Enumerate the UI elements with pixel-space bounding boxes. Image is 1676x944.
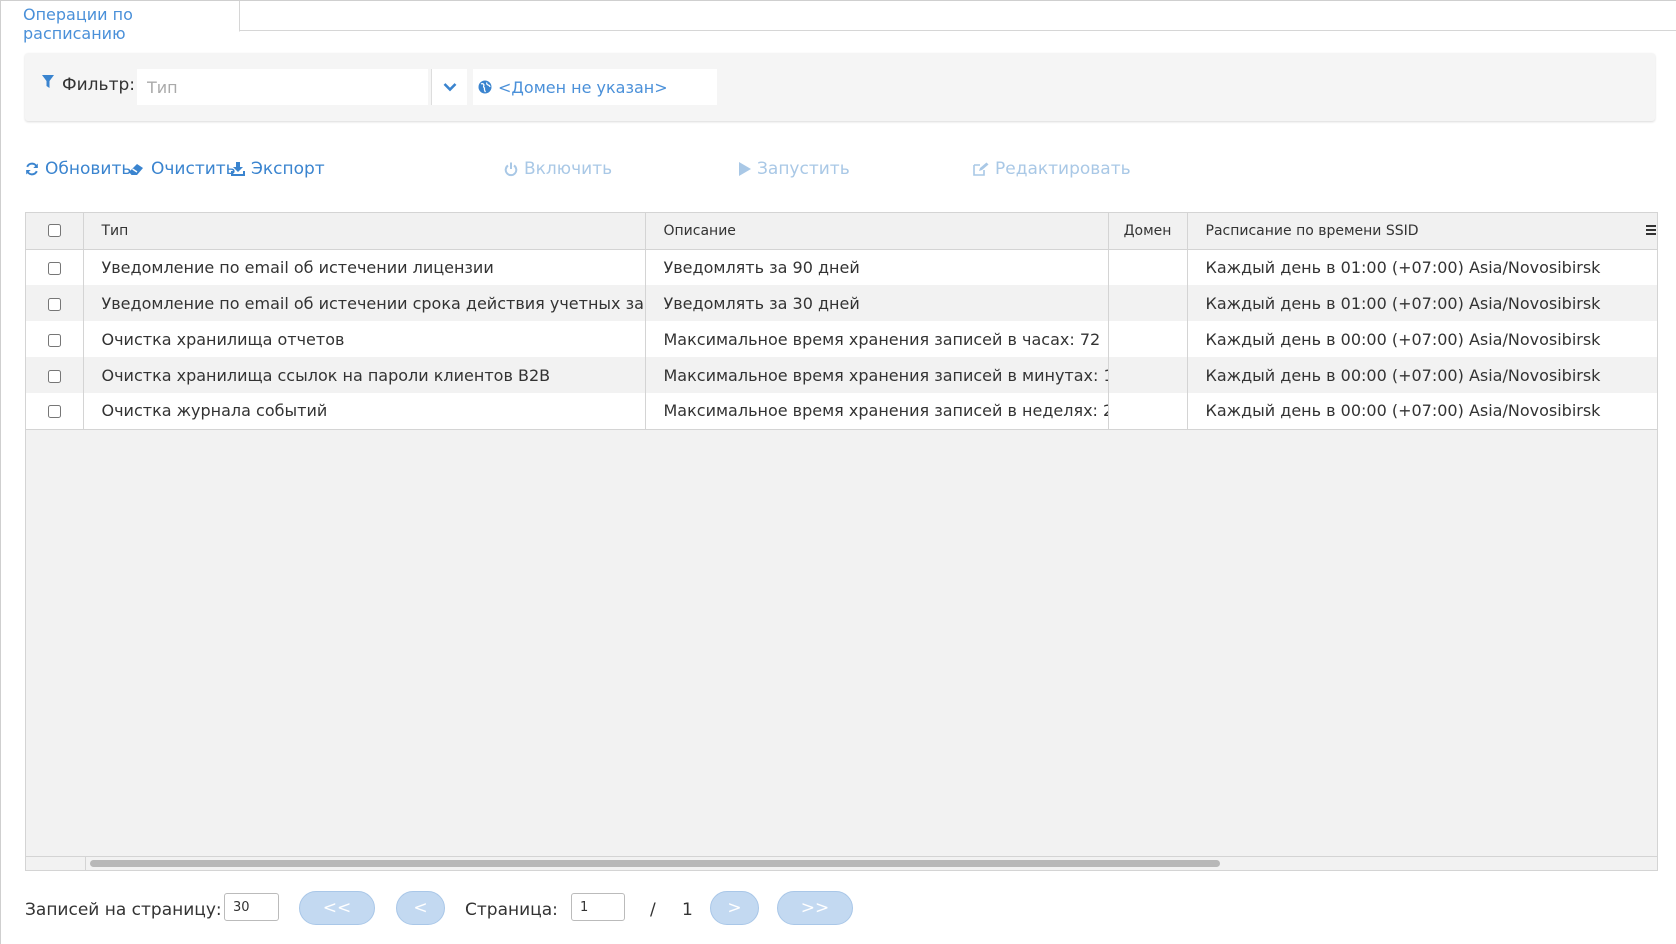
- refresh-label: Обновить: [45, 159, 132, 179]
- cell-type: Очистка хранилища отчетов: [83, 321, 646, 357]
- table-row[interactable]: Уведомление по email об истечении лиценз…: [26, 249, 1657, 285]
- cell-schedule: Каждый день в 00:00 (+07:00) Asia/Novosi…: [1187, 321, 1657, 357]
- per-page-input[interactable]: [224, 893, 279, 921]
- cell-domain: [1108, 357, 1188, 393]
- domain-selector[interactable]: <Домен не указан>: [473, 69, 717, 105]
- refresh-button[interactable]: Обновить: [25, 159, 131, 179]
- tab-bar: Операции по расписанию: [1, 1, 1676, 43]
- table-row[interactable]: Очистка журнала событий Максимальное вре…: [26, 393, 1657, 430]
- cell-description: Уведомлять за 30 дней: [645, 285, 1109, 321]
- power-icon: [504, 162, 518, 176]
- funnel-icon: [42, 75, 54, 88]
- table-row[interactable]: Уведомление по email об истечении срока …: [26, 285, 1657, 321]
- operations-table: Тип Описание Домен Расписание по времени…: [25, 212, 1658, 871]
- prev-page-button[interactable]: <: [396, 891, 445, 925]
- select-all-checkbox[interactable]: [47, 224, 61, 238]
- tab-scheduled-operations[interactable]: Операции по расписанию: [1, 1, 240, 43]
- enable-button[interactable]: Включить: [504, 159, 612, 179]
- clear-button[interactable]: Очистить: [128, 159, 236, 179]
- cell-type: Очистка журнала событий: [83, 393, 646, 430]
- run-button[interactable]: Запустить: [739, 159, 850, 179]
- export-button[interactable]: Экспорт: [231, 159, 325, 179]
- cell-schedule: Каждый день в 00:00 (+07:00) Asia/Novosi…: [1187, 393, 1657, 430]
- table-header: Тип Описание Домен Расписание по времени…: [26, 213, 1659, 250]
- column-menu-icon[interactable]: [1643, 222, 1659, 238]
- row-select-cell: [26, 321, 84, 357]
- pagination: Записей на страницу: << < Страница: / 1 …: [25, 891, 1325, 927]
- row-checkbox[interactable]: [47, 369, 61, 383]
- play-icon: [739, 162, 751, 176]
- row-select-cell: [26, 393, 84, 430]
- globe-icon: [478, 80, 492, 94]
- cell-domain: [1108, 285, 1188, 321]
- cell-domain: [1108, 393, 1188, 430]
- row-select-cell: [26, 357, 84, 393]
- table-row[interactable]: Очистка хранилища ссылок на пароли клиен…: [26, 357, 1657, 393]
- column-header-schedule[interactable]: Расписание по времени SSID: [1187, 213, 1659, 250]
- scrollbar-thumb[interactable]: [90, 860, 1220, 867]
- page-separator: /: [650, 900, 656, 920]
- column-header-schedule-label: Расписание по времени SSID: [1205, 222, 1419, 239]
- chevron-down-icon: [443, 83, 456, 92]
- cell-type: Очистка хранилища ссылок на пароли клиен…: [83, 357, 646, 393]
- cell-domain: [1108, 249, 1188, 285]
- cell-description: Максимальное время хранения записей в ми…: [645, 357, 1109, 393]
- toolbar: Обновить Очистить Экспорт Включить Запус…: [25, 159, 1655, 183]
- cell-description: Уведомлять за 90 дней: [645, 249, 1109, 285]
- row-checkbox[interactable]: [47, 405, 61, 419]
- enable-label: Включить: [524, 159, 613, 179]
- domain-label: <Домен не указан>: [498, 77, 668, 97]
- cell-schedule: Каждый день в 01:00 (+07:00) Asia/Novosi…: [1187, 249, 1657, 285]
- edit-label: Редактировать: [995, 159, 1131, 179]
- row-select-cell: [26, 285, 84, 321]
- type-filter-input[interactable]: [137, 69, 428, 105]
- first-page-button[interactable]: <<: [299, 891, 375, 925]
- horizontal-scrollbar[interactable]: [26, 856, 1657, 870]
- run-label: Запустить: [757, 159, 850, 179]
- row-checkbox[interactable]: [47, 333, 61, 347]
- total-pages: 1: [682, 900, 693, 920]
- edit-icon: [973, 162, 989, 176]
- type-dropdown-button[interactable]: [431, 69, 467, 105]
- edit-button[interactable]: Редактировать: [973, 159, 1131, 179]
- row-checkbox[interactable]: [47, 297, 61, 311]
- cell-type: Уведомление по email об истечении лиценз…: [83, 249, 646, 285]
- column-header-type[interactable]: Тип: [83, 213, 646, 250]
- scheduled-operations-page: Операции по расписанию Фильтр: <Домен не…: [0, 0, 1676, 944]
- clear-label: Очистить: [151, 159, 236, 179]
- cell-domain: [1108, 321, 1188, 357]
- column-header-domain[interactable]: Домен: [1108, 213, 1188, 250]
- cell-description: Максимальное время хранения записей в не…: [645, 393, 1109, 430]
- column-header-description[interactable]: Описание: [645, 213, 1109, 250]
- row-select-cell: [26, 249, 84, 285]
- export-label: Экспорт: [251, 159, 325, 179]
- download-icon: [231, 162, 245, 176]
- page-label: Страница:: [465, 900, 558, 920]
- cell-schedule: Каждый день в 00:00 (+07:00) Asia/Novosi…: [1187, 357, 1657, 393]
- cell-type: Уведомление по email об истечении срока …: [83, 285, 646, 321]
- select-all-header: [26, 213, 84, 250]
- cell-description: Максимальное время хранения записей в ча…: [645, 321, 1109, 357]
- filter-label: Фильтр:: [62, 75, 135, 95]
- last-page-button[interactable]: >>: [777, 891, 853, 925]
- cell-schedule: Каждый день в 01:00 (+07:00) Asia/Novosi…: [1187, 285, 1657, 321]
- table-row[interactable]: Очистка хранилища отчетов Максимальное в…: [26, 321, 1657, 357]
- filter-panel: Фильтр: <Домен не указан>: [25, 53, 1655, 121]
- per-page-label: Записей на страницу:: [25, 900, 222, 920]
- scrollbar-corner: [26, 857, 86, 870]
- row-checkbox[interactable]: [47, 261, 61, 275]
- page-number-input[interactable]: [571, 893, 625, 921]
- next-page-button[interactable]: >: [710, 891, 759, 925]
- eraser-icon: [129, 164, 143, 175]
- refresh-icon: [26, 162, 38, 176]
